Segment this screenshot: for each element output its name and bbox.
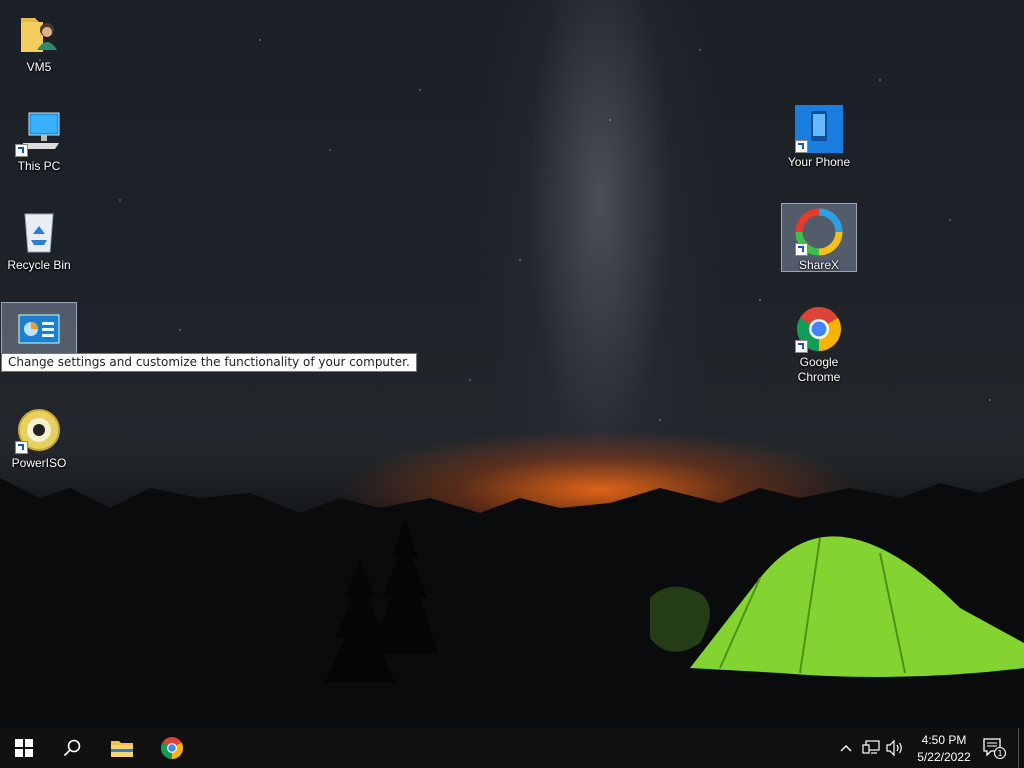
desktop-icon-your-phone[interactable]: Your Phone: [781, 101, 857, 170]
desktop-icon-label: PowerISO: [11, 456, 67, 470]
your-phone-icon: [795, 105, 843, 153]
notification-icon: 1: [983, 738, 1006, 759]
desktop-icon-recycle-bin[interactable]: Recycle Bin: [1, 204, 77, 273]
shortcut-arrow-icon: [15, 441, 28, 454]
notification-count: 1: [997, 749, 1002, 758]
desktop-icon-label: Your Phone: [787, 155, 851, 169]
desktop-icon-this-pc[interactable]: This PC: [1, 105, 77, 174]
folder-icon: [111, 741, 133, 757]
tooltip: Change settings and customize the functi…: [1, 353, 417, 372]
chrome-taskbar-button[interactable]: [148, 728, 196, 768]
folder-user-icon: [15, 10, 63, 58]
recycle-bin-icon: [15, 208, 63, 256]
taskbar: 4:50 PM 5/22/2022 1: [0, 728, 1024, 768]
shortcut-arrow-icon: [795, 243, 808, 256]
desktop-icon-label: Google Chrome: [797, 355, 841, 384]
poweriso-icon: [15, 406, 63, 454]
desktop-icon-poweriso[interactable]: PowerISO: [1, 402, 77, 471]
start-button[interactable]: [0, 728, 48, 768]
chrome-icon: [161, 737, 183, 759]
network-button[interactable]: [860, 728, 882, 768]
network-icon: [862, 740, 880, 754]
desktop-icon-label: This PC: [17, 159, 61, 173]
clock-date: 5/22/2022: [917, 750, 971, 764]
clock-time: 4:50 PM: [921, 733, 967, 747]
starfield: [0, 0, 1024, 520]
shortcut-arrow-icon: [795, 340, 808, 353]
taskbar-clock[interactable]: 4:50 PM 5/22/2022: [908, 730, 980, 768]
action-center-button[interactable]: 1: [980, 728, 1008, 768]
shortcut-arrow-icon: [15, 144, 28, 157]
volume-button[interactable]: [884, 728, 906, 768]
show-hidden-icons-button[interactable]: [836, 728, 856, 768]
desktop-icon-label: Recycle Bin: [7, 258, 71, 272]
chrome-icon: [795, 305, 843, 353]
chevron-up-icon: [840, 745, 852, 752]
windows-icon: [15, 739, 33, 757]
control-panel-icon: [15, 307, 63, 355]
volume-icon: [886, 740, 902, 756]
desktop-icon-label: VM5: [26, 60, 52, 74]
desktop-icon-control-panel[interactable]: [1, 302, 77, 354]
desktop-icon-label: ShareX: [798, 258, 840, 272]
sharex-icon: [795, 208, 843, 256]
desktop-icon-sharex[interactable]: ShareX: [781, 203, 857, 272]
computer-icon: [15, 109, 63, 157]
file-explorer-button[interactable]: [98, 728, 146, 768]
search-button[interactable]: [48, 728, 96, 768]
search-icon: [63, 739, 81, 757]
desktop-icon-google-chrome[interactable]: Google Chrome: [781, 301, 857, 385]
desktop-icon-vm5[interactable]: VM5: [1, 6, 77, 75]
shortcut-arrow-icon: [795, 140, 808, 153]
mountain-silhouette: [0, 478, 1024, 728]
show-desktop-button[interactable]: [1018, 728, 1024, 768]
